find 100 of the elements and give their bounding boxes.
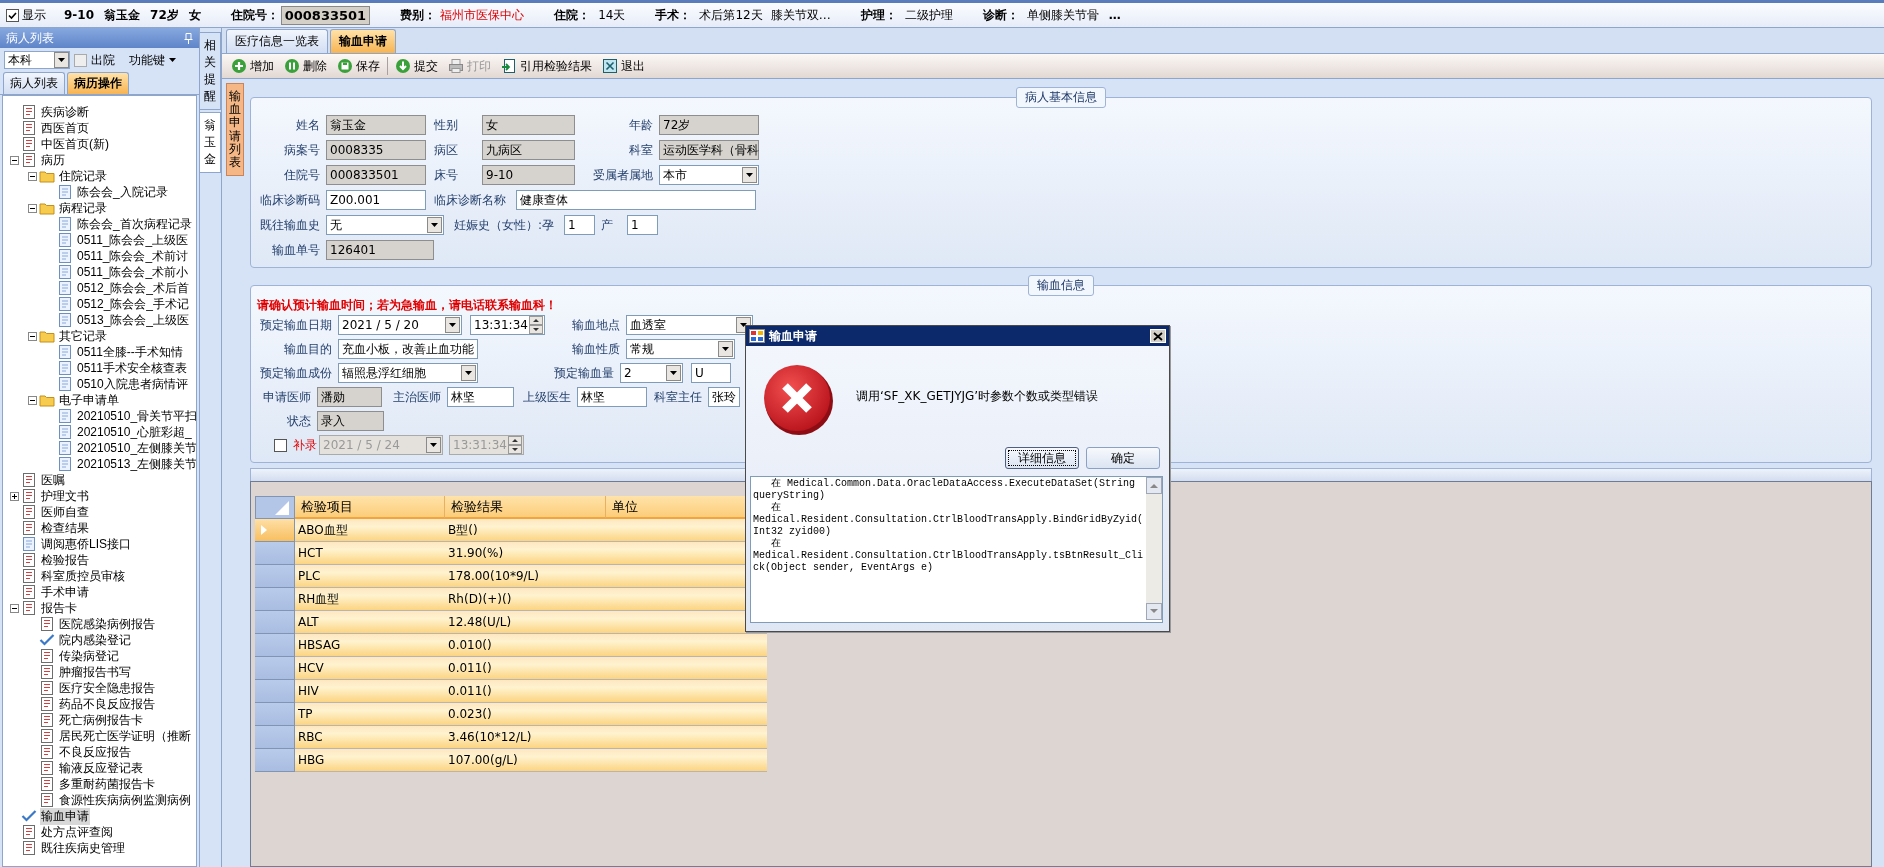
tree-item[interactable]: 护理文书	[40, 487, 90, 505]
tree-item[interactable]: 医师自查	[40, 503, 90, 521]
close-button[interactable]	[1150, 329, 1166, 343]
tree-item[interactable]: 20210510_心脏彩超_	[76, 423, 193, 441]
select-field[interactable]: 常规	[626, 339, 735, 359]
tree-item[interactable]: 0511_陈会会_术前讨	[76, 247, 190, 265]
tree-item[interactable]: 电子申请单	[58, 391, 120, 409]
input-field[interactable]: 健康查体	[516, 190, 756, 210]
expand-toggle[interactable]	[9, 155, 19, 165]
tree-item[interactable]: 报告卡	[40, 599, 78, 617]
expand-toggle[interactable]	[27, 171, 37, 181]
expand-toggle[interactable]	[27, 203, 37, 213]
expand-toggle[interactable]	[27, 395, 37, 405]
tree-item[interactable]: 0511_陈会会_上级医	[76, 231, 190, 249]
expand-toggle[interactable]	[9, 603, 19, 613]
column-header[interactable]: 检验项目	[295, 496, 445, 519]
tree-item[interactable]: 手术申请	[40, 583, 90, 601]
input-field[interactable]: 林坚	[447, 387, 514, 407]
side-tab[interactable]: 相关提醒	[200, 32, 221, 110]
tree-item[interactable]: 院内感染登记	[58, 631, 132, 649]
tree-item[interactable]: 食源性疾病病例监测病例	[58, 791, 192, 809]
expand-toggle[interactable]	[9, 491, 19, 501]
tree-item[interactable]: 多重耐药菌报告卡	[58, 775, 156, 793]
tree-item[interactable]: 科室质控员审核	[40, 567, 126, 585]
tree-item[interactable]: 居民死亡医学证明（推断	[58, 727, 192, 745]
tree-item[interactable]: 住院记录	[58, 167, 108, 185]
side-tab[interactable]: 翁玉金	[200, 112, 221, 173]
document-icon	[21, 488, 37, 504]
expand-toggle[interactable]	[27, 331, 37, 341]
table-cell: 0.011()	[445, 680, 606, 703]
tree-item[interactable]: 输血申请	[40, 807, 90, 825]
tree-item[interactable]: 病历	[40, 151, 66, 169]
date-field[interactable]: 2021 / 5 / 20	[338, 315, 462, 335]
tree-item[interactable]: 0511_陈会会_术前小	[76, 263, 190, 281]
checkbox[interactable]	[274, 438, 287, 452]
tree-item[interactable]: 药品不良反应报告	[58, 695, 156, 713]
tree-item[interactable]: 输液反应登记表	[58, 759, 144, 777]
dialog-button[interactable]: 确定	[1086, 447, 1160, 469]
select-field[interactable]: 无	[326, 215, 444, 235]
tree-item[interactable]: 0513_陈会会_上级医	[76, 311, 191, 329]
tree-item[interactable]: 20210510_左侧膝关节	[76, 439, 196, 457]
tree-item[interactable]: 0512_陈会会_手术记	[76, 295, 191, 313]
checkbox[interactable]	[6, 8, 19, 22]
tree-item[interactable]: 0511手术安全核查表	[76, 359, 188, 377]
table-cell: 31.90(%)	[445, 542, 606, 565]
toolbar-button[interactable]: 保存	[332, 57, 385, 75]
toolbar-button[interactable]: 退出	[597, 57, 650, 75]
tree-item[interactable]: 医疗安全隐患报告	[58, 679, 156, 697]
select-field[interactable]: 本科	[4, 51, 70, 69]
column-header[interactable]: 检验结果	[445, 496, 606, 519]
tab[interactable]: 医疗信息一览表	[226, 29, 328, 53]
tree-item[interactable]: 中医首页(新)	[40, 135, 110, 153]
tree-item[interactable]: 疾病诊断	[40, 103, 90, 121]
toolbar-button[interactable]: 增加	[226, 57, 279, 75]
select-field[interactable]: 本市	[659, 165, 759, 185]
dialog-button[interactable]: 详细信息	[1005, 447, 1079, 469]
tree-item[interactable]: 肿瘤报告书写	[58, 663, 132, 681]
input-field[interactable]: 充血小板，改善止血功能	[338, 339, 478, 359]
input-field[interactable]: 1	[627, 215, 658, 235]
toolbar-button[interactable]: 删除	[279, 57, 332, 75]
tree-item[interactable]: 调阅惠侨LIS接口	[40, 535, 132, 553]
select-field[interactable]: 辐照悬浮红细胞	[338, 363, 478, 383]
checkbox[interactable]	[74, 53, 87, 67]
tree-item[interactable]: 医院感染病例报告	[58, 615, 156, 633]
input-field[interactable]: U	[691, 363, 731, 383]
tree-item[interactable]: 0510入院患者病情评	[76, 375, 189, 393]
tree-item[interactable]: 其它记录	[58, 327, 108, 345]
tree-item[interactable]: 陈会会_入院记录	[76, 183, 169, 201]
input-field[interactable]: 张玲	[708, 387, 740, 407]
tree-item[interactable]: 陈会会_首次病程记录	[76, 215, 193, 233]
time-field[interactable]: 13:31:34	[470, 315, 545, 335]
field-label: 状态	[286, 412, 311, 430]
input-field[interactable]: 林坚	[577, 387, 647, 407]
tree-item[interactable]: 死亡病例报告卡	[58, 711, 144, 729]
input-field[interactable]: Z00.001	[326, 190, 426, 210]
select-field[interactable]: 血透室	[626, 315, 753, 335]
tab[interactable]: 病历操作	[67, 72, 129, 94]
tree-item[interactable]: 不良反应报告	[58, 743, 132, 761]
menu-button[interactable]: 功能键	[129, 51, 176, 69]
tree-item[interactable]: 病程记录	[58, 199, 108, 217]
tab[interactable]: 病人列表	[3, 72, 65, 94]
vertical-tab[interactable]: 输血申请列表	[226, 83, 244, 177]
toolbar-button[interactable]: 引用检验结果	[496, 57, 597, 75]
tree-item[interactable]: 20210513_左侧膝关节	[76, 455, 196, 473]
tree-item[interactable]: 医嘱	[40, 471, 66, 489]
tree-item[interactable]: 传染病登记	[58, 647, 120, 665]
toolbar-button[interactable]: 提交	[390, 57, 443, 75]
tree-item[interactable]: 检验报告	[40, 551, 90, 569]
input-field[interactable]: 1	[564, 215, 595, 235]
tab[interactable]: 输血申请	[330, 29, 396, 53]
table-cell: 0.010()	[445, 634, 606, 657]
tree-item[interactable]: 既往疾病史管理	[40, 839, 126, 857]
tree-item[interactable]: 西医首页	[40, 119, 90, 137]
tree-item[interactable]: 检查结果	[40, 519, 90, 537]
tree-item[interactable]: 处方点评查阅	[40, 823, 114, 841]
tree-item[interactable]: 20210510_骨关节平扫	[76, 407, 196, 425]
field-label: 输血性质	[571, 340, 620, 358]
tree-item[interactable]: 0512_陈会会_术后首	[76, 279, 191, 297]
tree-item[interactable]: 0511全膝--手术知情	[76, 343, 184, 361]
select-field[interactable]: 2	[620, 363, 683, 383]
